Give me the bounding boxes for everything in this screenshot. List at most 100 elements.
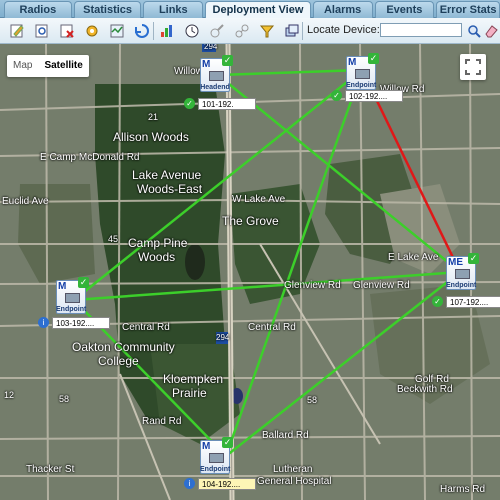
node-label-text: 107-192....	[446, 295, 500, 308]
road-w-lake-ave: W Lake Ave	[232, 194, 286, 205]
status-ok-icon: ✓	[432, 296, 443, 307]
node-badge: M	[202, 59, 211, 70]
router-icon	[209, 71, 224, 81]
node-label-endpoint-top[interactable]: ✓ 102-192....	[331, 89, 403, 102]
shield-58-east-label: 58	[307, 395, 318, 405]
settings-icon[interactable]	[83, 22, 100, 39]
node-headend[interactable]: M ✓ Headend	[200, 55, 233, 92]
search-icon[interactable]	[465, 22, 482, 39]
node-title: Headend	[200, 84, 230, 91]
node-endpoint-bottom[interactable]: M ✓ Endpoint	[200, 437, 233, 474]
map-type-map-button[interactable]: Map	[7, 55, 38, 77]
shield-294-label: 294	[216, 333, 230, 342]
clock-icon[interactable]	[158, 22, 175, 39]
edit-icon[interactable]	[8, 22, 25, 39]
delete-icon[interactable]	[58, 22, 75, 39]
chart-icon[interactable]	[133, 22, 150, 39]
road-central-rd: Central Rd	[122, 322, 170, 333]
tab-alarms[interactable]: Alarms	[312, 1, 373, 18]
node-endpoint-left[interactable]: M ✓ Endpoint	[56, 277, 89, 314]
map-label-the-grove: The Grove	[222, 214, 279, 228]
road-camp-mcdonald: E Camp McDonald Rd	[40, 152, 140, 163]
layers-icon[interactable]	[283, 22, 300, 39]
road-thacker-st: Thacker St	[26, 464, 75, 475]
node-title: Endpoint	[56, 306, 87, 313]
fullscreen-icon[interactable]	[460, 54, 486, 80]
status-ok-icon: ✓	[184, 98, 195, 109]
map-label-lutheran: Lutheran	[273, 464, 313, 475]
links-overlay	[73, 68, 462, 457]
tab-error-stats[interactable]: Error Stats	[436, 1, 500, 18]
node-label-endpoint-left[interactable]: i 103-192....	[38, 316, 110, 329]
link-icon[interactable]	[208, 22, 225, 39]
road-e-lake-ave: E Lake Ave	[388, 252, 439, 263]
router-icon	[355, 69, 370, 79]
road-glenview-rd: Glenview Rd	[284, 280, 341, 291]
map-label-camp-pine: Camp Pine	[128, 236, 188, 250]
router-icon	[209, 453, 224, 463]
funnel-icon[interactable]	[258, 22, 275, 39]
map-label-allison-woods: Allison Woods	[113, 130, 189, 144]
map-label-prairie: Prairie	[172, 386, 207, 400]
map-label-oakton: Oakton Community	[72, 340, 175, 354]
road-central-rd-east: Central Rd	[248, 322, 296, 333]
node-endpoint-top[interactable]: M ✓ Endpoint	[346, 53, 379, 90]
node-label-text: 104-192....	[198, 477, 256, 490]
status-info-icon: i	[184, 478, 195, 489]
tab-deployment-view[interactable]: Deployment View	[205, 1, 311, 18]
tab-links[interactable]: Links	[143, 1, 204, 18]
router-icon	[65, 293, 80, 303]
status-info-icon: i	[38, 317, 49, 328]
road-harms: Harms Rd	[440, 484, 486, 495]
node-title: Endpoint	[346, 82, 377, 89]
road-ballard-rd: Ballard Rd	[262, 430, 309, 441]
node-label-text: 101-192.	[198, 97, 256, 110]
node-label-endpoint-bottom[interactable]: i 104-192....	[184, 477, 256, 490]
router-icon	[455, 269, 470, 279]
node-label-endpoint-right[interactable]: ✓ 107-192....	[432, 295, 500, 308]
toolbar-separator	[302, 22, 303, 40]
map-type-control: Map Satellite	[7, 55, 89, 77]
tab-statistics[interactable]: Statistics	[73, 1, 142, 18]
locate-device-label: Locate Device:	[307, 24, 380, 36]
road-rand-rd: Rand Rd	[142, 416, 182, 427]
road-euclid: Euclid Ave	[2, 196, 49, 207]
zoom-icon[interactable]	[33, 22, 50, 39]
map-label-college: College	[98, 354, 139, 368]
shield-58-label: 58	[59, 394, 70, 404]
shield-12-label: 12	[4, 390, 15, 400]
refresh-icon[interactable]	[108, 22, 125, 39]
node-badge: M	[348, 57, 357, 68]
map-view[interactable]: Allison Woods Lake Avenue Woods-East The…	[0, 44, 500, 500]
shield-294-top-label: 294	[204, 44, 218, 51]
satellite-icon[interactable]	[183, 22, 200, 39]
map-type-satellite-button[interactable]: Satellite	[38, 55, 88, 77]
toolbar: Locate Device:	[0, 18, 500, 44]
link-ep-top-ep-bottom[interactable]	[224, 69, 364, 457]
tab-events[interactable]: Events	[374, 1, 435, 18]
node-label-headend[interactable]: ✓ 101-192.	[184, 97, 256, 110]
node-title: Endpoint	[200, 466, 231, 473]
check-icon: ✓	[368, 53, 379, 64]
link-ep-right-ep-bottom[interactable]	[225, 271, 461, 457]
shield-21-label: 21	[148, 112, 159, 122]
check-icon: ✓	[222, 55, 233, 66]
node-badge: ME	[448, 257, 463, 268]
tab-radios[interactable]: Radios	[4, 1, 72, 18]
node-endpoint-right[interactable]: ME ✓ Endpoint	[446, 253, 479, 290]
map-label-woods-east: Woods-East	[137, 182, 203, 196]
filter-icon[interactable]	[233, 22, 250, 39]
map-label-camp-pine-woods: Woods	[138, 250, 176, 264]
node-badge: M	[202, 441, 211, 452]
locate-device-input[interactable]	[380, 23, 462, 37]
road-glenview-rd-east: Glenview Rd	[353, 280, 410, 291]
node-label-text: 102-192....	[345, 89, 403, 102]
status-ok-icon: ✓	[331, 90, 342, 101]
map-label-kloempken: Kloempken	[163, 372, 224, 386]
node-label-text: 103-192....	[52, 316, 110, 329]
eraser-icon[interactable]	[482, 22, 499, 39]
tab-bar: Radios Statistics Links Deployment View …	[0, 0, 500, 18]
check-icon: ✓	[78, 277, 89, 288]
link-headend-ep-top[interactable]	[217, 68, 363, 77]
map-label-hospital: General Hospital	[257, 476, 332, 487]
